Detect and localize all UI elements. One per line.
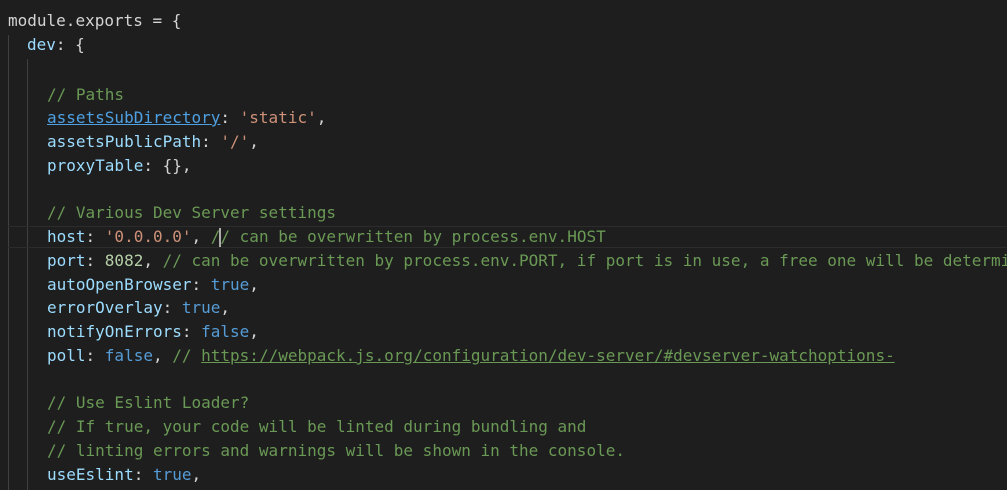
- code-line[interactable]: // Various Dev Server settings: [47, 201, 336, 225]
- token-punct: .: [65, 11, 76, 30]
- token-comment: / can be overwritten by process.env.HOST: [220, 227, 606, 246]
- token-punct: :: [143, 156, 163, 175]
- token-punct: {},: [162, 156, 192, 175]
- indent-guide: [8, 35, 9, 490]
- token-punct: :: [85, 346, 105, 365]
- code-line[interactable]: port: 8082, // can be overwritten by pro…: [47, 249, 1007, 273]
- token-punct: :: [162, 298, 182, 317]
- code-line[interactable]: // If true, your code will be linted dur…: [47, 415, 586, 439]
- token-string: 'static': [239, 108, 317, 127]
- token-keyword: false: [104, 346, 153, 365]
- token-property: assetsSubDirectory: [47, 108, 221, 127]
- token-punct: :: [191, 275, 211, 294]
- code-line[interactable]: // linting errors and warnings will be s…: [47, 439, 625, 463]
- token-keyword: true: [152, 465, 192, 484]
- token-punct: ,: [249, 322, 259, 341]
- code-line[interactable]: host: '0.0.0.0', // can be overwritten b…: [47, 225, 606, 249]
- token-property: errorOverlay: [47, 298, 163, 317]
- token-punct: = {: [142, 11, 182, 30]
- token-punct: ,: [249, 132, 259, 151]
- token-comment: // Use Eslint Loader?: [47, 393, 250, 412]
- code-line[interactable]: poll: false, // https://webpack.js.org/c…: [47, 344, 895, 368]
- token-property: assetsPublicPath: [47, 132, 202, 151]
- token-keyword: false: [201, 322, 250, 341]
- comment-link[interactable]: https://webpack.js.org/configuration/dev…: [201, 346, 895, 365]
- token-property: useEslint: [47, 465, 134, 484]
- token-property: autoOpenBrowser: [47, 275, 192, 294]
- token-identifier: module: [8, 11, 66, 30]
- code-line[interactable]: autoOpenBrowser: true,: [47, 273, 259, 297]
- token-identifier: exports: [75, 11, 143, 30]
- token-comment: // Paths: [47, 85, 125, 104]
- token-punct: :: [201, 132, 221, 151]
- token-punct: ,: [316, 108, 327, 127]
- token-string: '0.0.0.0': [104, 227, 192, 246]
- token-punct: ,: [249, 275, 259, 294]
- token-number: 8082: [104, 251, 144, 270]
- token-keyword: true: [210, 275, 250, 294]
- indent-guide: [27, 59, 28, 490]
- token-string: '/': [220, 132, 250, 151]
- token-punct: ,: [220, 298, 231, 317]
- code-line[interactable]: useEslint: true,: [47, 463, 201, 487]
- token-comment: // can be overwritten by process.env.POR…: [162, 251, 1007, 270]
- code-line[interactable]: module.exports = {: [8, 9, 181, 33]
- code-line[interactable]: assetsPublicPath: '/',: [47, 130, 259, 154]
- code-line[interactable]: // Use Eslint Loader?: [47, 391, 249, 415]
- token-punct: ,: [191, 465, 202, 484]
- token-comment: // If true, your code will be linted dur…: [47, 417, 587, 436]
- token-punct: :: [133, 465, 153, 484]
- token-punct: ,: [152, 346, 173, 365]
- code-line[interactable]: dev: {: [27, 33, 85, 57]
- token-property: host: [47, 227, 86, 246]
- code-line[interactable]: notifyOnErrors: false,: [47, 320, 259, 344]
- token-comment: //: [172, 346, 202, 365]
- code-line[interactable]: errorOverlay: true,: [47, 296, 230, 320]
- token-comment: // linting errors and warnings will be s…: [47, 441, 625, 460]
- token-property: dev: [27, 35, 56, 54]
- code-line[interactable]: proxyTable: {},: [47, 154, 192, 178]
- token-property: poll: [47, 346, 86, 365]
- code-line[interactable]: // Paths: [47, 83, 124, 107]
- token-punct: : {: [55, 35, 85, 54]
- token-punct: :: [181, 322, 202, 341]
- token-punct: :: [220, 108, 240, 127]
- token-property: port: [47, 251, 86, 270]
- token-keyword: true: [181, 298, 221, 317]
- token-punct: ,: [191, 227, 211, 246]
- code-line[interactable]: assetsSubDirectory: 'static',: [47, 106, 326, 130]
- token-punct: :: [85, 227, 105, 246]
- code-editor[interactable]: module.exports = { dev: { // Paths asset…: [0, 0, 1007, 490]
- token-property: proxyTable: [47, 156, 144, 175]
- token-punct: :: [85, 251, 105, 270]
- token-property: notifyOnErrors: [47, 322, 182, 341]
- token-comment: // Various Dev Server settings: [47, 203, 336, 222]
- token-punct: ,: [143, 251, 163, 270]
